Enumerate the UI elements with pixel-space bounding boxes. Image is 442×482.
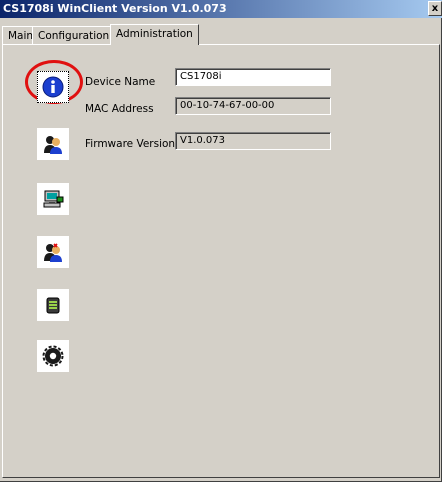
user-security-icon [44,243,62,262]
user-security-button[interactable] [37,236,69,268]
app-window: CS1708i WinClient Version V1.0.073 x Mai… [0,0,442,482]
device-info-button[interactable] [37,71,69,103]
network-computer-icon [43,190,64,208]
device-name-label: Device Name [85,76,156,88]
mac-address-field: 00-10-74-67-00-00 [175,97,331,115]
title-bar[interactable]: CS1708i WinClient Version V1.0.073 x [0,0,442,18]
tab-administration[interactable]: Administration [110,24,199,45]
device-name-field[interactable]: CS1708i [175,68,331,86]
firmware-version-field: V1.0.073 [175,132,331,150]
close-button[interactable]: x [428,1,442,16]
info-icon [42,76,64,98]
firmware-version-label: Firmware Version [85,138,176,150]
user-admin-button[interactable] [37,128,69,160]
firmware-icon [46,297,60,314]
settings-icon [42,345,64,367]
network-computer-button[interactable] [37,183,69,215]
user-admin-icon [44,136,62,154]
settings-button[interactable] [37,340,69,372]
window-title: CS1708i WinClient Version V1.0.073 [3,2,227,15]
firmware-button[interactable] [37,289,69,321]
mac-address-label: MAC Address [85,103,154,115]
tab-configuration[interactable]: Configuration [32,26,116,44]
